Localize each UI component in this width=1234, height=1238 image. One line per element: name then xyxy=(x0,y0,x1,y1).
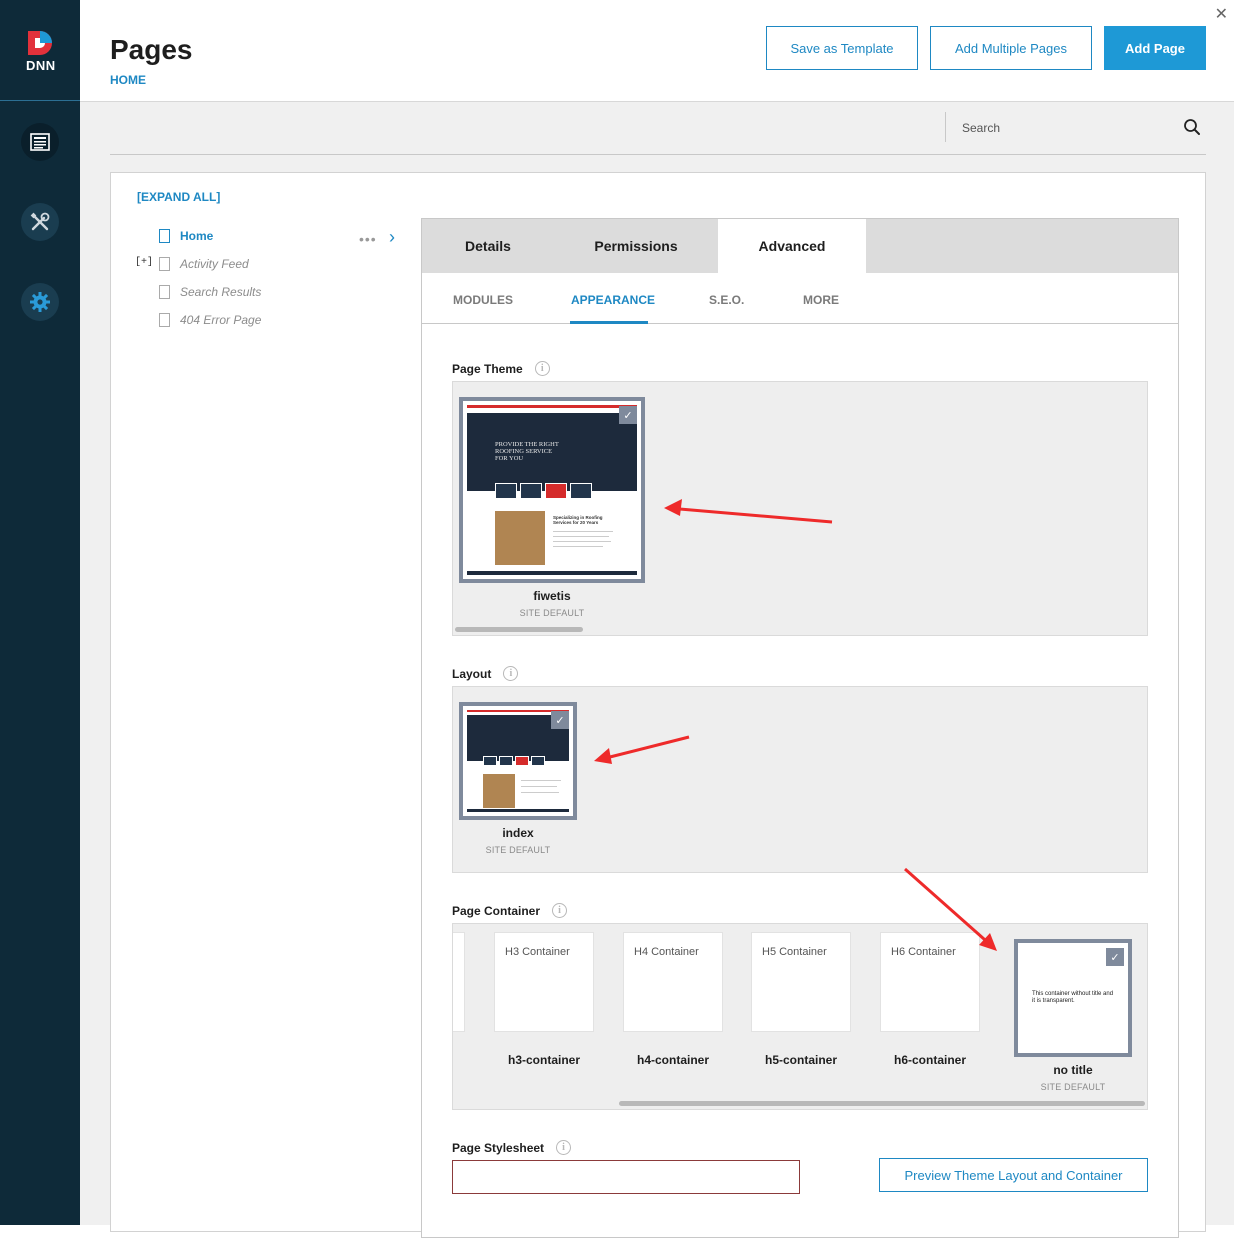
layout-label-text: Layout xyxy=(452,666,492,681)
tree-item-label: 404 Error Page xyxy=(180,313,262,327)
selected-check-icon: ✓ xyxy=(619,406,637,424)
info-icon[interactable]: i xyxy=(556,1140,572,1155)
page-theme-gallery: PROVIDE THE RIGHT ROOFING SERVICE FOR YO… xyxy=(452,381,1148,636)
main-area: Pages HOME Save as Template Add Multiple… xyxy=(80,0,1234,1238)
layout-thumbnail-index[interactable]: ✓ xyxy=(459,702,577,820)
layout-gallery: ✓ index SITE DEFAULT xyxy=(452,686,1148,873)
expand-all-link[interactable]: [EXPAND ALL] xyxy=(137,190,220,204)
gear-icon xyxy=(30,292,50,312)
horizontal-scrollbar[interactable] xyxy=(455,627,583,632)
container-card-h4[interactable]: H4 Container xyxy=(623,932,723,1032)
horizontal-scrollbar[interactable] xyxy=(619,1101,1145,1106)
subtab-appearance[interactable]: APPEARANCE xyxy=(571,293,655,307)
container-title: H6 Container xyxy=(891,946,956,958)
nav-settings-button[interactable] xyxy=(21,283,59,321)
container-card-no-title[interactable]: This container without title and it is t… xyxy=(1014,939,1132,1057)
layout-label: Layout i xyxy=(452,666,519,681)
page-container-label-text: Page Container xyxy=(452,903,541,918)
container-title: H5 Container xyxy=(762,946,827,958)
container-card-h3[interactable]: H3 Container xyxy=(494,932,594,1032)
tab-permissions[interactable]: Permissions xyxy=(554,219,718,273)
close-icon[interactable]: ✕ xyxy=(1215,4,1228,24)
page-title: Pages xyxy=(110,34,193,65)
container-name: no title xyxy=(1053,1063,1093,1077)
page-settings-editor: Details Permissions Advanced MODULES APP… xyxy=(421,218,1179,1238)
tab-details[interactable]: Details xyxy=(422,219,554,273)
active-subtab-indicator xyxy=(570,321,648,324)
subtab-modules[interactable]: MODULES xyxy=(453,293,513,307)
container-site-default: SITE DEFAULT xyxy=(1040,1082,1106,1092)
save-as-template-button[interactable]: Save as Template xyxy=(766,26,918,70)
search-divider xyxy=(945,112,946,142)
dnn-logo[interactable]: DNN xyxy=(0,0,80,101)
pages-panel: [EXPAND ALL] Home [+] Activity Feed Sear… xyxy=(110,172,1206,1238)
layout-name: index xyxy=(502,826,534,840)
page-stylesheet-input[interactable] xyxy=(452,1160,800,1194)
theme-site-default: SITE DEFAULT xyxy=(519,608,585,618)
tree-item-home[interactable]: Home xyxy=(159,229,213,243)
search-icon[interactable] xyxy=(1183,118,1201,136)
chevron-right-icon[interactable]: › xyxy=(389,227,395,248)
page-stylesheet-label: Page Stylesheet i xyxy=(452,1140,572,1155)
tree-item-label: Search Results xyxy=(180,285,262,299)
tree-item-404-error-page[interactable]: 404 Error Page xyxy=(159,313,261,327)
nav-manage-button[interactable] xyxy=(21,203,59,241)
tree-item-search-results[interactable]: Search Results xyxy=(159,285,261,299)
tree-item-activity-feed[interactable]: Activity Feed xyxy=(159,257,249,271)
page-container-label: Page Container i xyxy=(452,903,568,918)
subtab-more[interactable]: MORE xyxy=(803,293,839,307)
content-area: Search [EXPAND ALL] Home [+] Activity Fe… xyxy=(80,102,1234,1238)
info-icon[interactable]: i xyxy=(534,361,550,376)
page-icon xyxy=(159,313,170,327)
container-card-h5[interactable]: H5 Container xyxy=(751,932,851,1032)
selected-check-icon: ✓ xyxy=(1106,948,1124,966)
container-title: This container without title and it is t… xyxy=(1032,991,1114,1004)
tree-expander[interactable]: [+] xyxy=(135,257,153,268)
page-container-gallery: H3 Container h3-container H4 Container h… xyxy=(452,923,1148,1110)
search-bar: Search xyxy=(110,102,1206,155)
container-title: H3 Container xyxy=(505,946,570,958)
more-options-icon[interactable]: ••• xyxy=(359,231,377,247)
add-page-button[interactable]: Add Page xyxy=(1104,26,1206,70)
container-name: h5-container xyxy=(764,1053,837,1067)
tree-item-label: Home xyxy=(180,229,214,243)
add-multiple-pages-button[interactable]: Add Multiple Pages xyxy=(930,26,1092,70)
page-theme-label: Page Theme i xyxy=(452,361,550,376)
subtab-seo[interactable]: S.E.O. xyxy=(709,293,744,307)
theme-preview-image: PROVIDE THE RIGHT ROOFING SERVICE FOR YO… xyxy=(467,405,637,575)
preview-hero-text: PROVIDE THE RIGHT ROOFING SERVICE FOR YO… xyxy=(495,441,559,462)
preview-subtext: Specializing in Roofing Services for 20 … xyxy=(553,515,603,525)
dnn-logo-mark xyxy=(28,31,52,55)
info-icon[interactable]: i xyxy=(552,903,568,918)
selected-check-icon: ✓ xyxy=(551,711,569,729)
page-theme-label-text: Page Theme xyxy=(452,361,523,376)
container-name: h6-container xyxy=(893,1053,966,1067)
layout-site-default: SITE DEFAULT xyxy=(485,845,551,855)
page-icon xyxy=(159,257,170,271)
settings-tabs: Details Permissions Advanced xyxy=(422,219,1178,273)
page-icon xyxy=(159,229,170,243)
content-pages-icon xyxy=(30,133,50,151)
page-icon xyxy=(159,285,170,299)
tree-item-label: Activity Feed xyxy=(180,257,249,271)
info-icon[interactable]: i xyxy=(503,666,519,681)
page-header: Pages HOME Save as Template Add Multiple… xyxy=(80,0,1234,102)
container-card-h6[interactable]: H6 Container xyxy=(880,932,980,1032)
theme-name: fiwetis xyxy=(533,589,571,603)
search-input[interactable]: Search xyxy=(962,121,1000,135)
nav-content-button[interactable] xyxy=(21,123,59,161)
container-title: H4 Container xyxy=(634,946,699,958)
left-sidebar: DNN xyxy=(0,0,80,1225)
tab-advanced[interactable]: Advanced xyxy=(718,219,866,273)
page-stylesheet-label-text: Page Stylesheet xyxy=(452,1140,545,1155)
logo-text: DNN xyxy=(26,58,56,73)
breadcrumb[interactable]: HOME xyxy=(110,73,146,87)
container-name: h4-container xyxy=(636,1053,709,1067)
preview-theme-layout-button[interactable]: Preview Theme Layout and Container xyxy=(879,1158,1148,1192)
advanced-subtabs: MODULES APPEARANCE S.E.O. MORE xyxy=(422,273,1178,324)
container-card-partial[interactable] xyxy=(453,932,465,1032)
theme-thumbnail-fiwetis[interactable]: PROVIDE THE RIGHT ROOFING SERVICE FOR YO… xyxy=(459,397,645,583)
tools-icon xyxy=(30,212,50,231)
container-name: h3-container xyxy=(507,1053,580,1067)
